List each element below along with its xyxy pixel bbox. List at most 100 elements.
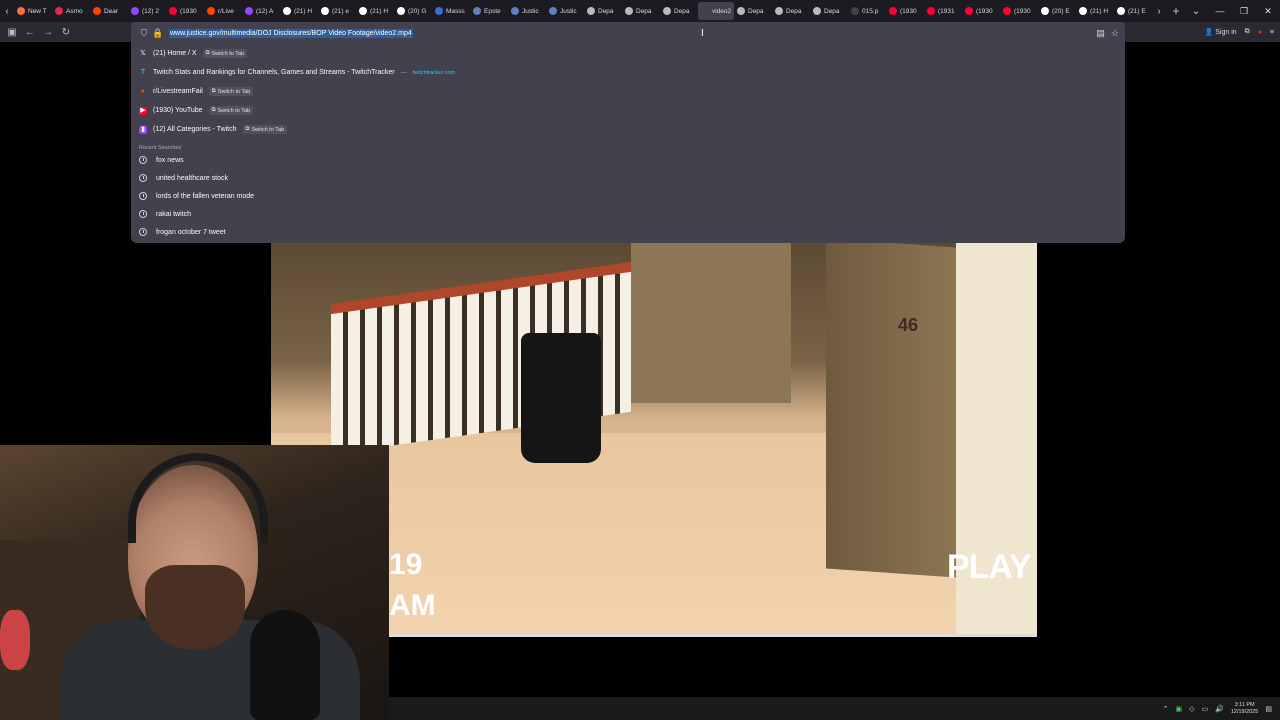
tab-favicon-icon xyxy=(701,7,709,15)
tab-19[interactable]: Depa xyxy=(734,2,772,20)
text-cursor-icon: I xyxy=(701,28,704,39)
tab-9[interactable]: (21) H xyxy=(356,2,394,20)
recent-search-row[interactable]: fox news xyxy=(139,151,1125,169)
suggestion-row[interactable]: ▶ (1930) YouTube ⧉ Switch to Tab xyxy=(139,101,1125,120)
tab-favicon-icon xyxy=(737,7,745,15)
switch-to-tab-label: Switch to Tab xyxy=(251,126,285,133)
tab-4[interactable]: (1930 xyxy=(166,2,204,20)
tab-title: Dear xyxy=(104,7,119,15)
restore-icon[interactable]: ❐ xyxy=(1232,0,1256,22)
recent-search-text: frogan october 7 tweet xyxy=(156,228,226,236)
tab-15[interactable]: Depa xyxy=(584,2,622,20)
tab-title: 015.p xyxy=(862,7,879,15)
back-icon[interactable]: ← xyxy=(21,22,39,42)
tracking-protection-icon[interactable]: ⛉ xyxy=(137,28,151,39)
suggestion-row[interactable]: T Twitch Stats and Rankings for Channels,… xyxy=(139,63,1125,82)
tab-16[interactable]: Depa xyxy=(622,2,660,20)
taskbar: ⌃ ▣ ◇ ▭ 🔊 3:11 PM 12/19/2025 ▤ xyxy=(389,697,1280,720)
tab-7[interactable]: (21) H xyxy=(280,2,318,20)
suggestion-row[interactable]: ▮ (12) All Categories - Twitch ⧉ Switch to … xyxy=(139,120,1125,139)
tab-10[interactable]: (20) G xyxy=(394,2,432,20)
tab-27[interactable]: (20) E xyxy=(1038,2,1076,20)
reddit-icon: ● xyxy=(140,87,146,95)
tray-app-icon[interactable]: ▣ xyxy=(1175,705,1182,713)
tab-21[interactable]: Depa xyxy=(810,2,848,20)
tab-20[interactable]: Depa xyxy=(772,2,810,20)
url-bar[interactable]: ⛉ 🔒 www.justice.gov/multimedia/DOJ Discl… xyxy=(131,22,1125,44)
switch-to-tab-button[interactable]: ⧉ Switch to Tab xyxy=(242,125,288,134)
tray-chevron-icon[interactable]: ⌃ xyxy=(1163,705,1169,713)
tab-title: Depa xyxy=(786,7,802,15)
recent-search-row[interactable]: rakai twitch xyxy=(139,205,1125,223)
close-window-icon[interactable]: ✕ xyxy=(1256,0,1280,22)
video-door xyxy=(826,243,956,578)
recent-search-row[interactable]: united healthcare stock xyxy=(139,169,1125,187)
switch-to-tab-button[interactable]: ⧉ Switch to Tab xyxy=(208,87,254,96)
tab-title: (1930 xyxy=(976,7,993,15)
tab-title: r/Live xyxy=(218,7,234,15)
tab-5[interactable]: r/Live xyxy=(204,2,242,20)
account-button[interactable]: 👤 Sign in xyxy=(1205,28,1237,36)
bookmark-star-icon[interactable]: ☆ xyxy=(1111,28,1119,39)
tab-title: Asmo xyxy=(66,7,83,15)
tab-24[interactable]: (1931 xyxy=(924,2,962,20)
tray-app2-icon[interactable]: ◇ xyxy=(1189,705,1194,713)
recent-search-row[interactable]: lords of the fallen veteran mode xyxy=(139,187,1125,205)
tab-28[interactable]: (21) H xyxy=(1076,2,1114,20)
volume-icon[interactable]: 🔊 xyxy=(1215,705,1224,713)
tab-title: Depa xyxy=(674,7,690,15)
tab-25[interactable]: (1930 xyxy=(962,2,1000,20)
sidebar-toggle-icon[interactable]: ▣ xyxy=(3,22,21,42)
tab-2[interactable]: Dear xyxy=(90,2,128,20)
tab-3[interactable]: (12) 2 xyxy=(128,2,166,20)
tab-favicon-icon xyxy=(1117,7,1125,15)
tab-22[interactable]: 015.p xyxy=(848,2,886,20)
suggestion-row[interactable]: ● r/LivestreamFail ⧉ Switch to Tab xyxy=(139,82,1125,101)
tab-23[interactable]: (1930 xyxy=(886,2,924,20)
addon-icon[interactable]: ● xyxy=(1258,29,1262,36)
tab-title: Depa xyxy=(598,7,614,15)
door-number: 46 xyxy=(898,315,919,335)
switch-to-tab-button[interactable]: ⧉ Switch to Tab xyxy=(208,106,254,115)
tab-6[interactable]: (12) A xyxy=(242,2,280,20)
suggestion-title: (21) Home / X xyxy=(153,50,197,57)
tab-18[interactable]: video2✕ xyxy=(698,2,734,20)
tab-17[interactable]: Depa xyxy=(660,2,698,20)
tab-favicon-icon xyxy=(169,7,177,15)
tab-14[interactable]: Justic xyxy=(546,2,584,20)
minimize-icon[interactable]: — xyxy=(1208,0,1232,22)
urlbar-dropdown: 𝕏 (21) Home / X ⧉ Switch to Tab T Twitch Stat… xyxy=(131,44,1125,243)
tab-1[interactable]: Asmo xyxy=(52,2,90,20)
tab-8[interactable]: (21) e xyxy=(318,2,356,20)
url-text[interactable]: www.justice.gov/multimedia/DOJ Disclosur… xyxy=(169,28,413,38)
tab-title: video2 xyxy=(712,7,732,15)
new-tab-button[interactable]: + xyxy=(1166,0,1186,22)
tab-12[interactable]: Epste xyxy=(470,2,508,20)
tab-29[interactable]: (21) E xyxy=(1114,2,1152,20)
list-all-tabs-icon[interactable]: ⌄ xyxy=(1186,0,1206,22)
tab-scroll-right-icon[interactable]: › xyxy=(1152,0,1166,22)
taskbar-clock[interactable]: 3:11 PM 12/19/2025 xyxy=(1231,702,1259,716)
reader-view-icon[interactable]: ▤ xyxy=(1096,28,1105,39)
recent-searches-list: fox news united healthcare stock lords of … xyxy=(139,151,1125,241)
notification-icon[interactable]: ▤ xyxy=(1265,705,1272,713)
video-wall xyxy=(631,243,791,403)
tab-favicon-icon xyxy=(397,7,405,15)
recent-search-row[interactable]: frogan october 7 tweet xyxy=(139,223,1125,241)
extensions-icon[interactable]: ⧉ xyxy=(1245,28,1250,36)
tab-11[interactable]: Masss xyxy=(432,2,470,20)
tab-26[interactable]: (1930 xyxy=(1000,2,1038,20)
network-icon[interactable]: ▭ xyxy=(1202,705,1209,713)
forward-icon[interactable]: → xyxy=(39,22,57,42)
suggestion-row[interactable]: 𝕏 (21) Home / X ⧉ Switch to Tab xyxy=(139,44,1125,63)
webcam-toy xyxy=(0,610,30,670)
menu-icon[interactable]: ≡ xyxy=(1270,29,1274,36)
tab-scroll-left-icon[interactable]: ‹ xyxy=(0,0,14,22)
tab-0[interactable]: New T xyxy=(14,2,52,20)
lock-icon[interactable]: 🔒 xyxy=(151,28,165,39)
tab-title: Masss xyxy=(446,7,465,15)
tab-13[interactable]: Justic xyxy=(508,2,546,20)
reload-icon[interactable]: ↻ xyxy=(57,22,75,42)
switch-to-tab-button[interactable]: ⧉ Switch to Tab xyxy=(202,49,248,58)
tab-favicon-icon xyxy=(359,7,367,15)
